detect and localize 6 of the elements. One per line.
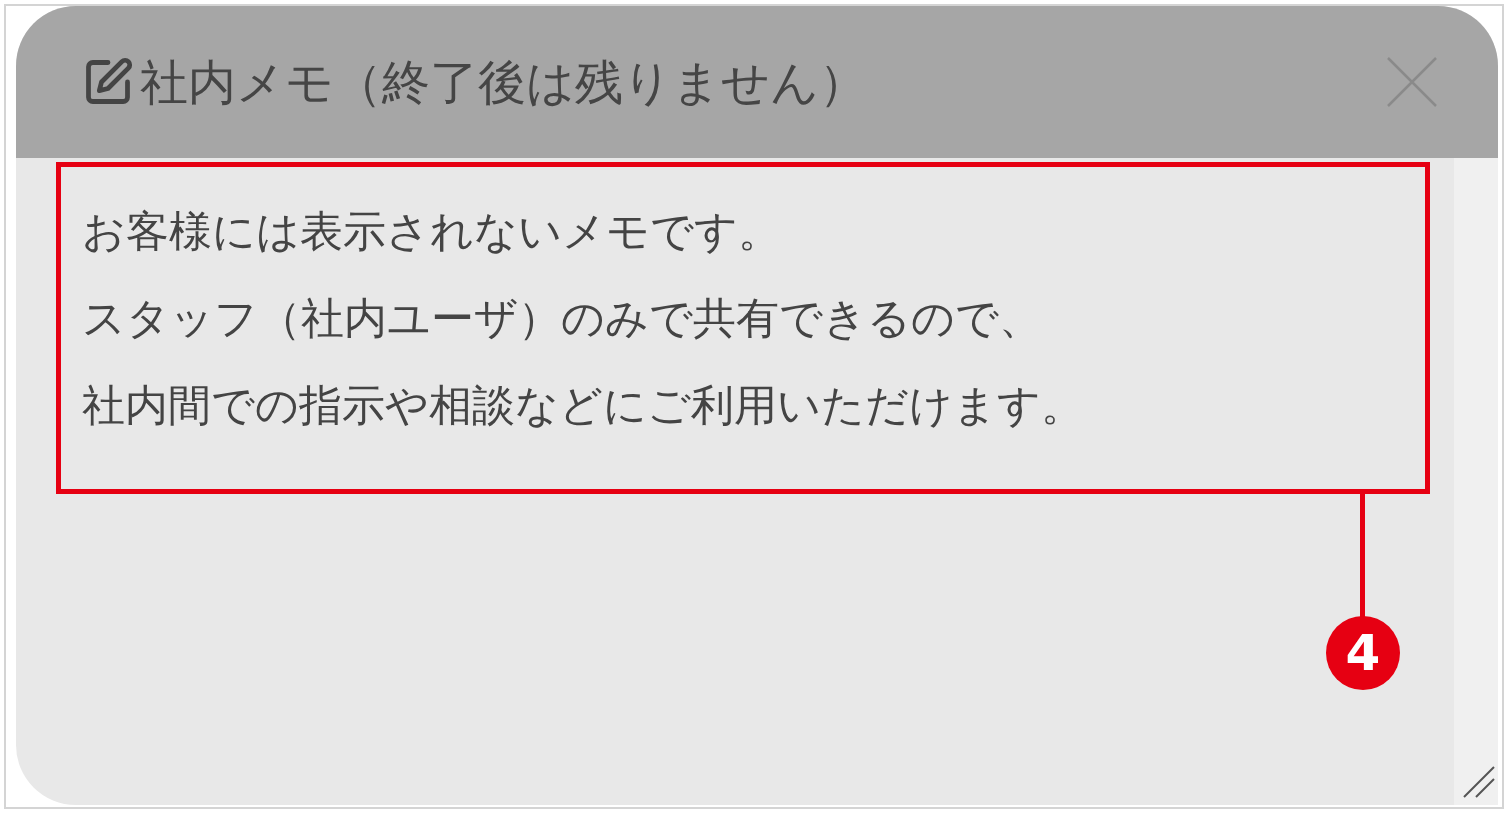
close-icon bbox=[1386, 56, 1438, 108]
memo-text-line: スタッフ（社内ユーザ）のみで共有できるので、 bbox=[82, 292, 1043, 345]
panel-title: 社内メモ（終了後は残りません） bbox=[140, 53, 867, 112]
memo-text-line: 社内間での指示や相談などにご利用いただけます。 bbox=[82, 379, 1085, 432]
memo-text-line: お客様には表示されないメモです。 bbox=[82, 205, 782, 258]
resize-grip-icon bbox=[1462, 765, 1496, 799]
